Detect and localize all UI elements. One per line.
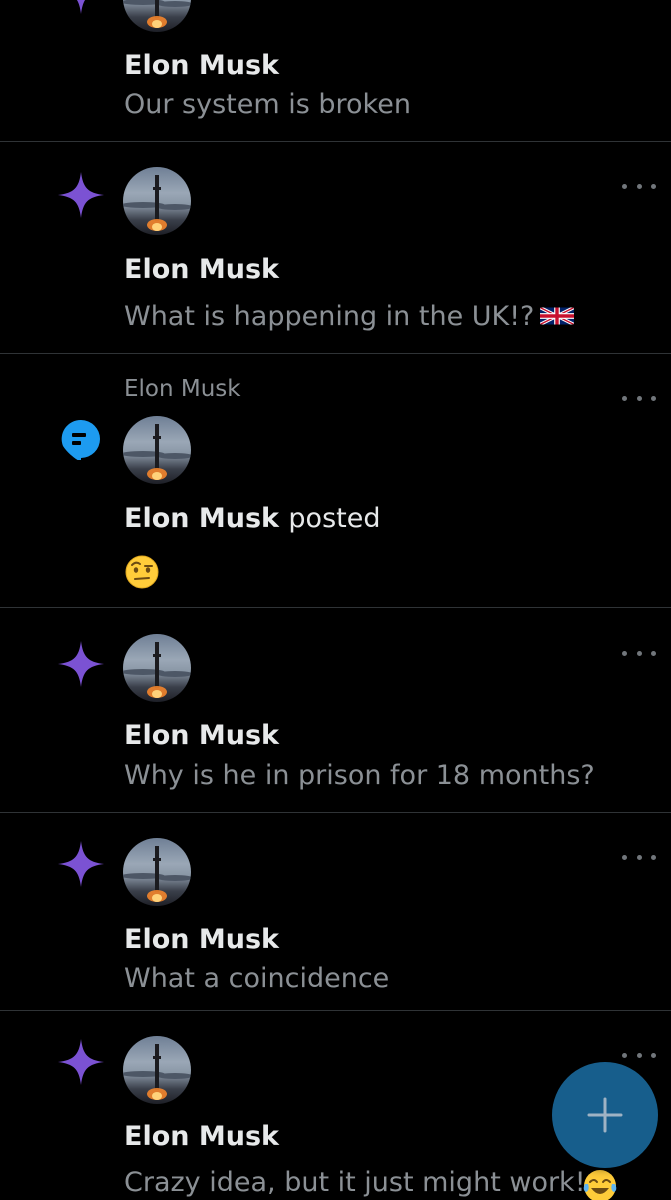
author-name[interactable]: Elon Musk <box>124 50 279 81</box>
notification-item[interactable]: Elon Musk Our system is broken <box>0 0 671 142</box>
avatar[interactable] <box>123 167 191 235</box>
more-options-icon[interactable] <box>622 1048 656 1062</box>
notification-item[interactable]: Elon Musk What a coincidence <box>0 813 671 1010</box>
notification-item[interactable]: Elon Musk What is happening in the UK!? <box>0 142 671 354</box>
message-bubble-icon <box>61 419 100 460</box>
sparkle-icon <box>58 641 104 687</box>
author-name[interactable]: Elon Musk posted <box>124 503 380 534</box>
compose-button[interactable] <box>552 1062 658 1168</box>
avatar[interactable] <box>123 1036 191 1104</box>
author-name[interactable]: Elon Musk <box>124 1121 279 1152</box>
avatar[interactable] <box>123 416 191 484</box>
sparkle-icon <box>58 841 104 887</box>
post-text: Our system is broken <box>124 89 411 120</box>
post-text: What is happening in the UK!? <box>124 301 535 332</box>
avatar[interactable] <box>123 0 191 32</box>
avatar[interactable] <box>123 838 191 906</box>
post-text: Why is he in prison for 18 months? <box>124 760 595 791</box>
author-name-text[interactable]: Elon Musk <box>124 503 279 534</box>
more-options-icon[interactable] <box>622 850 656 864</box>
posted-label: posted <box>288 503 381 534</box>
uk-flag-icon <box>540 307 574 325</box>
more-options-icon[interactable] <box>622 179 656 193</box>
author-name[interactable]: Elon Musk <box>124 254 279 285</box>
raised-eyebrow-face-icon <box>125 555 159 589</box>
notification-item[interactable]: Elon Musk Why is he in prison for 18 mon… <box>0 608 671 812</box>
author-name[interactable]: Elon Musk <box>124 924 279 955</box>
more-options-icon[interactable] <box>622 646 656 660</box>
tears-of-joy-face-icon <box>583 1170 617 1200</box>
sparkle-icon <box>58 1039 104 1085</box>
post-text: Crazy idea, but it just might work! <box>124 1167 586 1198</box>
sparkle-icon <box>76 0 86 14</box>
more-options-icon[interactable] <box>622 391 656 405</box>
notification-item[interactable]: Elon Musk Elon Musk posted <box>0 354 671 608</box>
post-text: What a coincidence <box>124 963 390 994</box>
avatar[interactable] <box>123 634 191 702</box>
social-context: Elon Musk <box>124 376 241 402</box>
sparkle-icon <box>58 172 104 218</box>
notifications-feed: Elon Musk Our system is broken Elon Musk… <box>0 0 671 1200</box>
author-name[interactable]: Elon Musk <box>124 720 279 751</box>
plus-icon <box>587 1097 623 1133</box>
